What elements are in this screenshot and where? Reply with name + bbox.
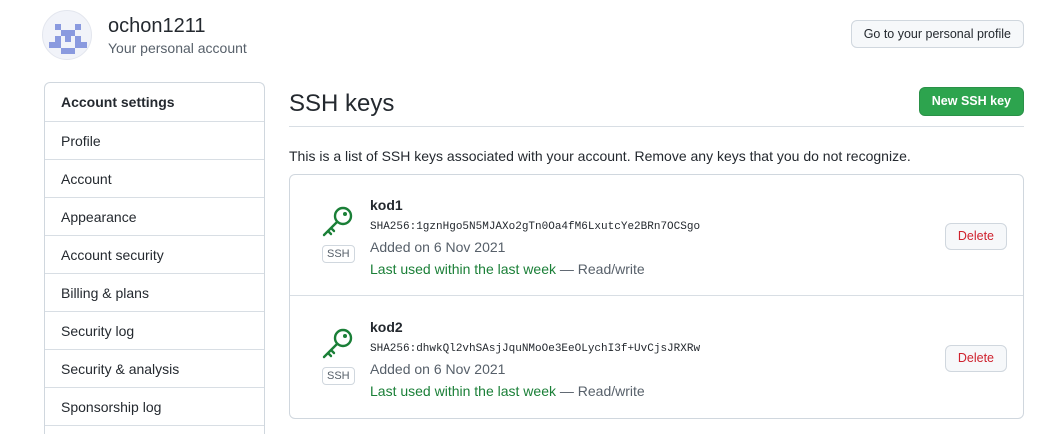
key-last-used-text: Last used within the last week [370,383,556,399]
ssh-badge: SSH [322,367,355,385]
sidebar-item-billing-plans[interactable]: Billing & plans [45,274,264,312]
key-added-date: Added on 6 Nov 2021 [370,361,506,377]
key-title: kod2 [370,319,403,335]
account-subtitle: Your personal account [108,40,247,56]
sidebar-item-account[interactable]: Account [45,160,264,198]
sidebar-item-account-security[interactable]: Account security [45,236,264,274]
key-last-used: Last used within the last week — Read/wr… [370,383,645,399]
delete-key-button[interactable]: Delete [944,223,1007,250]
identicon-icon [49,24,87,54]
avatar[interactable] [42,10,92,60]
key-icon [322,328,353,359]
sidebar-item-profile[interactable]: Profile [45,122,264,160]
key-added-date: Added on 6 Nov 2021 [370,239,506,255]
sidebar-heading: Account settings [45,83,264,122]
ssh-badge: SSH [322,245,355,263]
new-ssh-key-button[interactable]: New SSH key [918,87,1024,116]
key-fingerprint: SHA256:1gznHgo5N5MJAXo2gTn0Oa4fM6LxutcYe… [370,221,701,233]
key-last-used: Last used within the last week — Read/wr… [370,261,645,277]
key-last-used-text: Last used within the last week [370,261,556,277]
ssh-key-list: SSH kod1 SHA256:1gznHgo5N5MJAXo2gTn0Oa4f… [289,174,1024,419]
sidebar-item-sponsorship-log[interactable]: Sponsorship log [45,388,264,426]
account-header: ochon1211 Your personal account Go to yo… [42,10,1032,62]
settings-sidebar: Account settings Profile Account Appeara… [44,82,265,434]
key-title: kod1 [370,197,403,213]
sidebar-item-security-log[interactable]: Security log [45,312,264,350]
page-title: SSH keys [289,90,395,117]
key-access-level: — Read/write [556,383,645,399]
key-icon [322,206,353,237]
ssh-key-row: SSH kod2 SHA256:dhwkQl2vhSAsjJquNMoOe3Ee… [290,297,1023,418]
key-access-level: — Read/write [556,261,645,277]
ssh-key-row: SSH kod1 SHA256:1gznHgo5N5MJAXo2gTn0Oa4f… [290,175,1023,296]
username[interactable]: ochon1211 [108,15,206,38]
page-description: This is a list of SSH keys associated wi… [289,148,911,164]
key-fingerprint: SHA256:dhwkQl2vhSAsjJquNMoOe3EeOLychI3f+… [370,343,701,355]
go-to-profile-button[interactable]: Go to your personal profile [850,20,1024,48]
sidebar-item-appearance[interactable]: Appearance [45,198,264,236]
sidebar-item-security-analysis[interactable]: Security & analysis [45,350,264,388]
title-divider [289,126,1024,127]
delete-key-button[interactable]: Delete [944,345,1007,372]
